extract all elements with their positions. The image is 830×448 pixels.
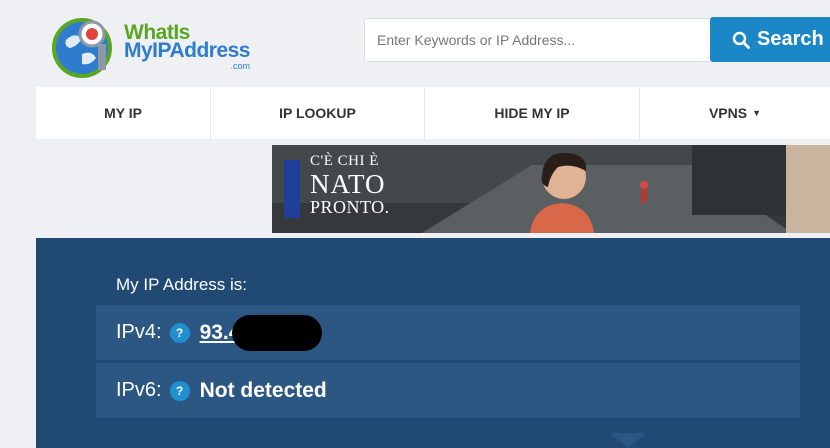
search-button-label: Search: [757, 28, 824, 50]
site-logo[interactable]: WhatIs MyIPAddress .com: [52, 12, 262, 82]
help-icon[interactable]: ?: [169, 322, 190, 343]
ipv6-row: IPv6: ? Not detected: [96, 363, 800, 418]
ip-panel-label: My IP Address is:: [116, 275, 248, 294]
logo-text-line2: MyIPAddress: [124, 39, 251, 63]
ad-headline: C'È CHI È NATO PRONTO.: [310, 153, 390, 218]
nav-item-my-ip[interactable]: MY IP: [36, 87, 211, 139]
ad-line3: PRONTO.: [310, 197, 390, 218]
ad-line1: C'È CHI È: [310, 153, 379, 169]
ip-info-panel: My IP Address is: IPv4: ? 93.4 IPv6: ? N…: [36, 238, 830, 448]
help-icon[interactable]: ?: [169, 380, 190, 401]
caret-down-icon: ▼: [752, 108, 762, 118]
ad-banner[interactable]: C'È CHI È NATO PRONTO.: [272, 145, 830, 233]
globe-magnifier-icon: [52, 14, 118, 80]
ipv4-row: IPv4: ? 93.4: [96, 305, 800, 360]
ad-line2: NATO: [310, 168, 386, 199]
search-button[interactable]: Search: [710, 17, 830, 62]
search-icon: [732, 31, 750, 49]
redaction-mark: [232, 314, 323, 351]
nav-item-label: IP LOOKUP: [279, 105, 356, 121]
main-nav: MY IP IP LOOKUP HIDE MY IP VPNS ▼: [36, 87, 830, 139]
panel-pointer-arrow: [610, 433, 646, 448]
logo-text-suffix: .com: [230, 61, 250, 72]
ipv6-value: Not detected: [199, 378, 327, 402]
search-input[interactable]: [364, 18, 710, 62]
nav-item-ip-lookup[interactable]: IP LOOKUP: [211, 87, 425, 139]
nav-item-hide-my-ip[interactable]: HIDE MY IP: [425, 87, 640, 139]
nav-item-vpns[interactable]: VPNS ▼: [640, 87, 830, 139]
nav-item-label: VPNS: [708, 105, 748, 121]
ipv6-key: IPv6:: [116, 379, 162, 401]
ipv4-key: IPv4:: [116, 321, 162, 343]
nav-item-label: MY IP: [104, 105, 142, 121]
nav-item-label: HIDE MY IP: [494, 105, 570, 121]
ad-accent-bar: [284, 160, 300, 218]
